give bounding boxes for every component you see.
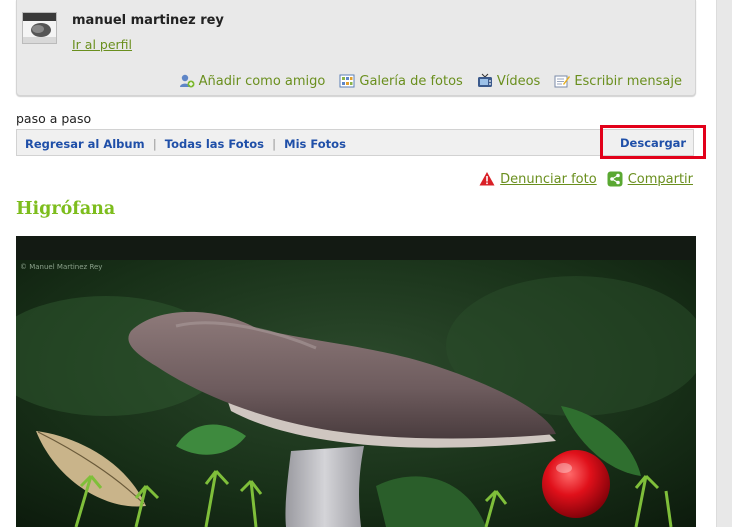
write-message-button[interactable]: Escribir mensaje xyxy=(554,73,682,89)
videos-label: Vídeos xyxy=(496,73,541,89)
profile-link[interactable]: Ir al perfil xyxy=(72,37,132,52)
share-icon xyxy=(607,171,623,187)
main-photo[interactable]: © Manuel Martinez Rey xyxy=(16,236,696,527)
back-to-album-link[interactable]: Regresar al Album xyxy=(25,137,145,151)
profile-actions: Añadir como amigo Galería de fotos Vídeo… xyxy=(179,73,682,89)
my-photos-link[interactable]: Mis Fotos xyxy=(284,137,346,151)
photo-actions: Denunciar foto Compartir xyxy=(479,171,693,187)
nav-separator: | xyxy=(152,137,157,151)
nav-separator: | xyxy=(271,137,277,151)
download-button[interactable]: Descargar xyxy=(620,136,686,150)
gallery-icon xyxy=(339,73,355,89)
videos-button[interactable]: Vídeos xyxy=(477,73,540,89)
add-friend-label: Añadir como amigo xyxy=(198,73,326,89)
share-label: Compartir xyxy=(627,171,693,187)
add-friend-button[interactable]: Añadir como amigo xyxy=(179,73,326,89)
message-icon xyxy=(554,73,571,89)
share-link[interactable]: Compartir xyxy=(607,171,693,187)
right-scroll-strip xyxy=(716,0,732,527)
album-nav-links: Regresar al Album | Todas las Fotos | Mi… xyxy=(25,137,346,151)
profile-card: manuel martinez rey Ir al perfil Añadir … xyxy=(16,0,696,96)
album-nav-bar: Regresar al Album | Todas las Fotos | Mi… xyxy=(16,129,694,156)
all-photos-link[interactable]: Todas las Fotos xyxy=(165,137,264,151)
gallery-label: Galería de fotos xyxy=(359,73,463,89)
profile-name: manuel martinez rey xyxy=(72,13,224,28)
tv-icon xyxy=(477,73,493,89)
photo-title: Higrófana xyxy=(16,199,116,219)
avatar[interactable] xyxy=(22,12,57,44)
write-message-label: Escribir mensaje xyxy=(574,73,682,89)
report-photo-label: Denunciar foto xyxy=(500,171,597,187)
gallery-button[interactable]: Galería de fotos xyxy=(339,73,463,89)
warning-icon xyxy=(479,171,495,187)
album-title: paso a paso xyxy=(16,111,92,126)
add-friend-icon xyxy=(179,73,195,89)
report-photo-link[interactable]: Denunciar foto xyxy=(479,171,597,187)
photo-watermark: © Manuel Martinez Rey xyxy=(20,263,102,271)
